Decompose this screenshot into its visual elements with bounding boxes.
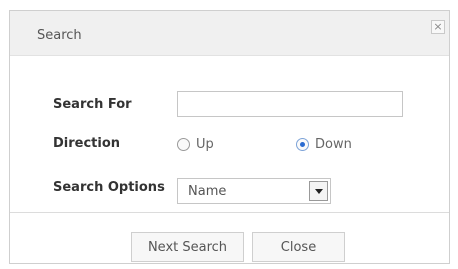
search-for-input[interactable]: [177, 91, 403, 117]
radio-down-label: Down: [315, 136, 352, 152]
direction-radio-down[interactable]: Down: [296, 135, 352, 153]
radio-up-icon[interactable]: [177, 137, 190, 151]
search-dialog: Search × Search For Direction Up Down Se…: [9, 10, 450, 264]
dialog-title: Search: [37, 28, 82, 43]
footer-divider: [10, 212, 449, 213]
radio-up-label: Up: [196, 136, 214, 152]
close-icon[interactable]: ×: [431, 20, 445, 34]
search-for-label: Search For: [53, 97, 132, 112]
direction-radio-up[interactable]: Up: [177, 135, 214, 153]
radio-down-icon[interactable]: [296, 137, 309, 151]
direction-label: Direction: [53, 136, 121, 151]
search-options-label: Search Options: [53, 180, 165, 195]
dialog-titlebar[interactable]: Search ×: [10, 11, 449, 56]
search-options-select[interactable]: Name: [177, 178, 331, 204]
search-options-value: Name: [188, 184, 227, 199]
next-search-button[interactable]: Next Search: [131, 232, 244, 262]
chevron-down-icon[interactable]: [309, 181, 328, 201]
close-button[interactable]: Close: [252, 232, 345, 262]
